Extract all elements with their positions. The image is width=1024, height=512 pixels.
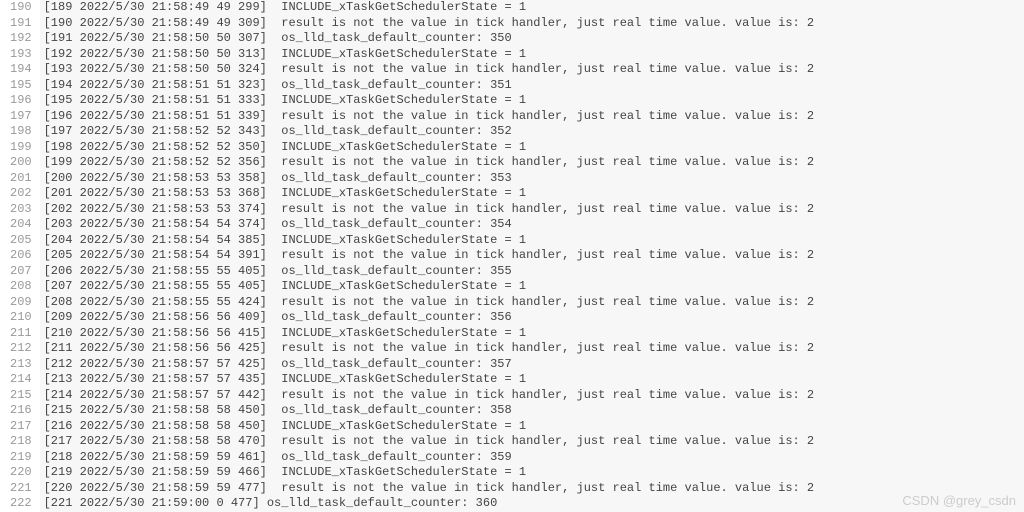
log-line[interactable]: [212 2022/5/30 21:58:57 57 425] os_lld_t…: [44, 357, 1024, 373]
line-number: 204: [10, 217, 32, 233]
log-line[interactable]: [197 2022/5/30 21:58:52 52 343] os_lld_t…: [44, 124, 1024, 140]
line-number: 201: [10, 171, 32, 187]
line-number: 213: [10, 357, 32, 373]
watermark: CSDN @grey_csdn: [902, 493, 1016, 509]
log-line[interactable]: [202 2022/5/30 21:58:53 53 374] result i…: [44, 202, 1024, 218]
line-number: 190: [10, 0, 32, 16]
log-line[interactable]: [219 2022/5/30 21:58:59 59 466] INCLUDE_…: [44, 465, 1024, 481]
line-number: 208: [10, 279, 32, 295]
line-number: 212: [10, 341, 32, 357]
line-number: 200: [10, 155, 32, 171]
log-editor[interactable]: 1901911921931941951961971981992002012022…: [0, 0, 1024, 512]
log-line[interactable]: [200 2022/5/30 21:58:53 53 358] os_lld_t…: [44, 171, 1024, 187]
log-line[interactable]: [216 2022/5/30 21:58:58 58 450] INCLUDE_…: [44, 419, 1024, 435]
line-number: 222: [10, 496, 32, 512]
line-number: 209: [10, 295, 32, 311]
log-line[interactable]: [217 2022/5/30 21:58:58 58 470] result i…: [44, 434, 1024, 450]
log-line[interactable]: [191 2022/5/30 21:58:50 50 307] os_lld_t…: [44, 31, 1024, 47]
log-line[interactable]: [214 2022/5/30 21:58:57 57 442] result i…: [44, 388, 1024, 404]
line-number: 214: [10, 372, 32, 388]
log-line[interactable]: [198 2022/5/30 21:58:52 52 350] INCLUDE_…: [44, 140, 1024, 156]
line-number: 207: [10, 264, 32, 280]
log-line[interactable]: [207 2022/5/30 21:58:55 55 405] INCLUDE_…: [44, 279, 1024, 295]
log-line[interactable]: [213 2022/5/30 21:58:57 57 435] INCLUDE_…: [44, 372, 1024, 388]
log-line[interactable]: [204 2022/5/30 21:58:54 54 385] INCLUDE_…: [44, 233, 1024, 249]
line-number: 217: [10, 419, 32, 435]
log-content[interactable]: [189 2022/5/30 21:58:49 49 299] INCLUDE_…: [40, 0, 1024, 512]
line-number: 194: [10, 62, 32, 78]
line-number: 191: [10, 16, 32, 32]
line-number: 198: [10, 124, 32, 140]
line-number: 195: [10, 78, 32, 94]
log-line[interactable]: [199 2022/5/30 21:58:52 52 356] result i…: [44, 155, 1024, 171]
log-line[interactable]: [192 2022/5/30 21:58:50 50 313] INCLUDE_…: [44, 47, 1024, 63]
line-number: 215: [10, 388, 32, 404]
log-line[interactable]: [211 2022/5/30 21:58:56 56 425] result i…: [44, 341, 1024, 357]
line-number: 211: [10, 326, 32, 342]
log-line[interactable]: [195 2022/5/30 21:58:51 51 333] INCLUDE_…: [44, 93, 1024, 109]
line-number-gutter: 1901911921931941951961971981992002012022…: [0, 0, 40, 512]
log-line[interactable]: [193 2022/5/30 21:58:50 50 324] result i…: [44, 62, 1024, 78]
log-line[interactable]: [209 2022/5/30 21:58:56 56 409] os_lld_t…: [44, 310, 1024, 326]
log-line[interactable]: [190 2022/5/30 21:58:49 49 309] result i…: [44, 16, 1024, 32]
line-number: 221: [10, 481, 32, 497]
line-number: 206: [10, 248, 32, 264]
line-number: 203: [10, 202, 32, 218]
log-line[interactable]: [201 2022/5/30 21:58:53 53 368] INCLUDE_…: [44, 186, 1024, 202]
line-number: 199: [10, 140, 32, 156]
line-number: 205: [10, 233, 32, 249]
line-number: 219: [10, 450, 32, 466]
log-line[interactable]: [221 2022/5/30 21:59:00 0 477] os_lld_ta…: [44, 496, 1024, 512]
line-number: 218: [10, 434, 32, 450]
log-line[interactable]: [206 2022/5/30 21:58:55 55 405] os_lld_t…: [44, 264, 1024, 280]
log-line[interactable]: [215 2022/5/30 21:58:58 58 450] os_lld_t…: [44, 403, 1024, 419]
line-number: 210: [10, 310, 32, 326]
line-number: 197: [10, 109, 32, 125]
log-line[interactable]: [205 2022/5/30 21:58:54 54 391] result i…: [44, 248, 1024, 264]
log-line[interactable]: [194 2022/5/30 21:58:51 51 323] os_lld_t…: [44, 78, 1024, 94]
line-number: 216: [10, 403, 32, 419]
log-line[interactable]: [220 2022/5/30 21:58:59 59 477] result i…: [44, 481, 1024, 497]
log-line[interactable]: [203 2022/5/30 21:58:54 54 374] os_lld_t…: [44, 217, 1024, 233]
line-number: 196: [10, 93, 32, 109]
log-line[interactable]: [208 2022/5/30 21:58:55 55 424] result i…: [44, 295, 1024, 311]
line-number: 220: [10, 465, 32, 481]
line-number: 193: [10, 47, 32, 63]
line-number: 192: [10, 31, 32, 47]
log-line[interactable]: [218 2022/5/30 21:58:59 59 461] os_lld_t…: [44, 450, 1024, 466]
log-line[interactable]: [196 2022/5/30 21:58:51 51 339] result i…: [44, 109, 1024, 125]
line-number: 202: [10, 186, 32, 202]
log-line[interactable]: [210 2022/5/30 21:58:56 56 415] INCLUDE_…: [44, 326, 1024, 342]
log-line[interactable]: [189 2022/5/30 21:58:49 49 299] INCLUDE_…: [44, 0, 1024, 16]
